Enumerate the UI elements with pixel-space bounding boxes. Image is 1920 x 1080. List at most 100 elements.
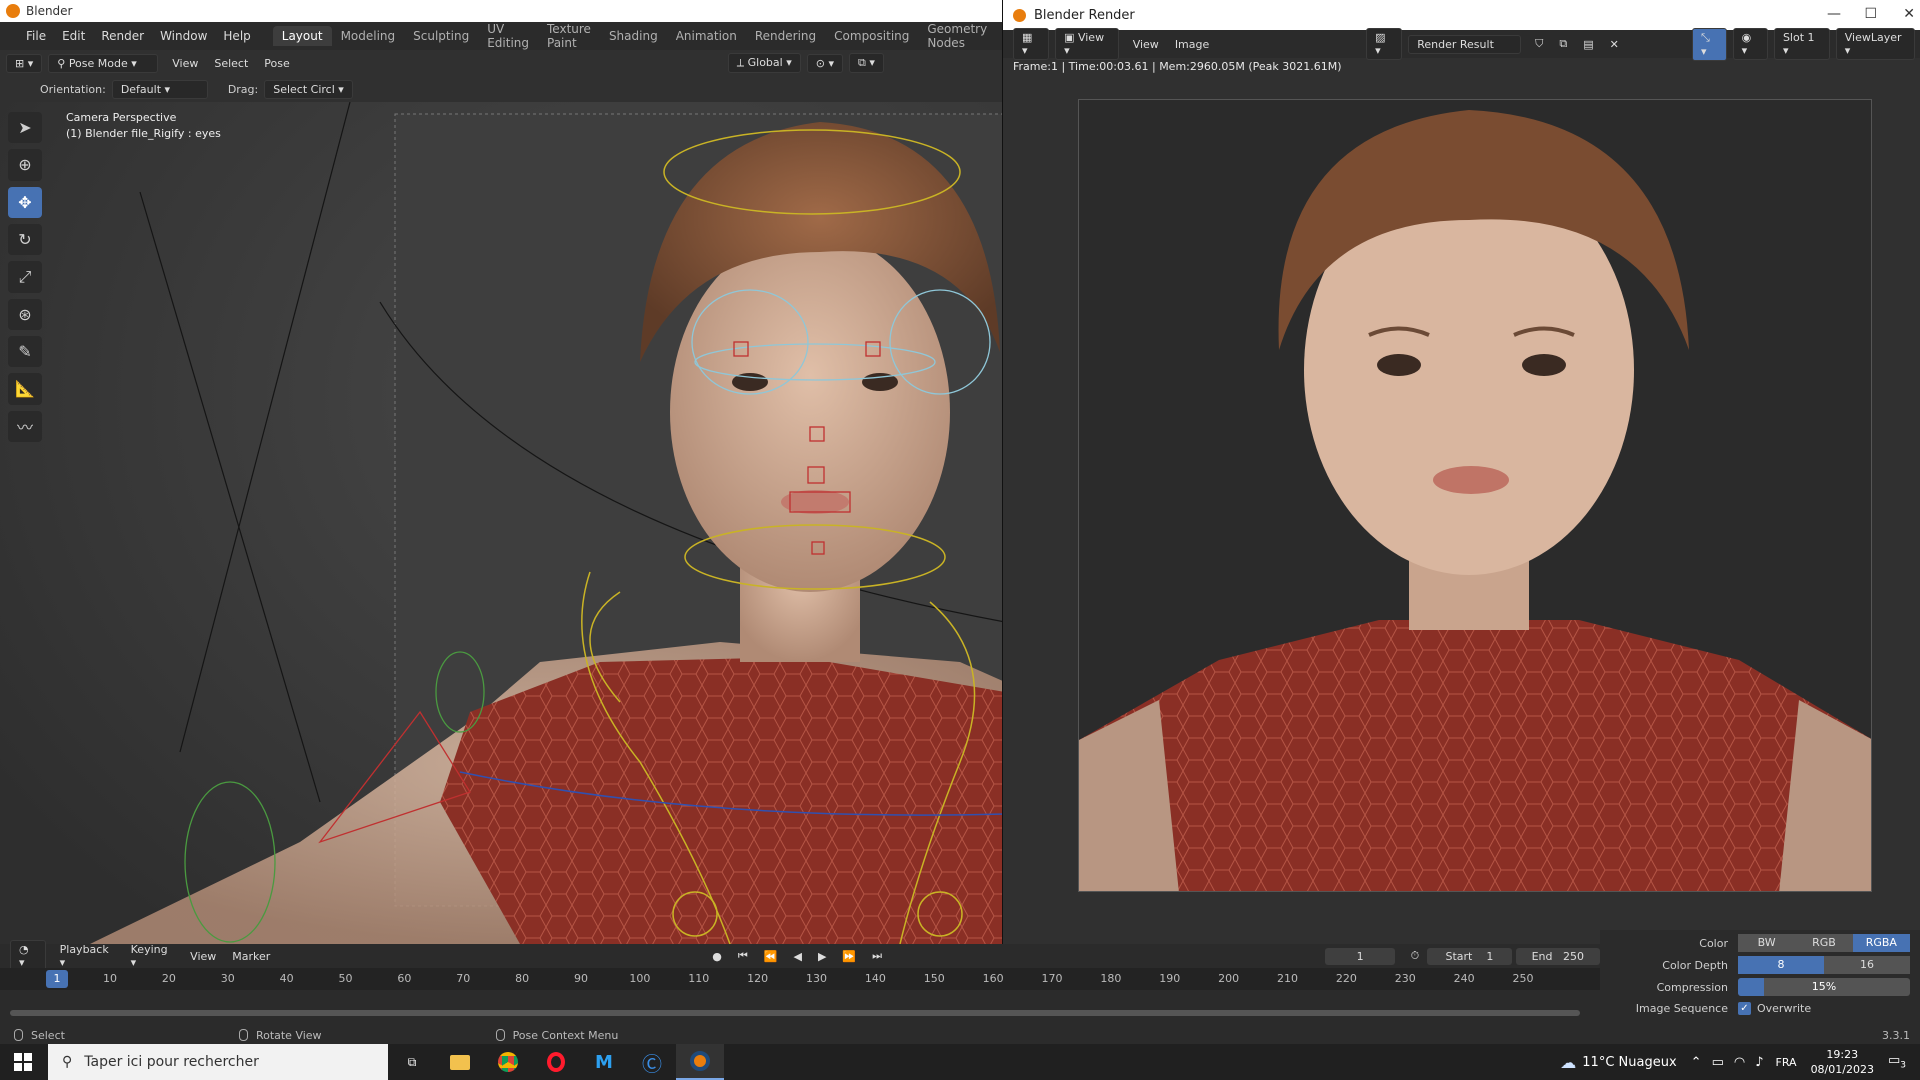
mode-dropdown[interactable]: ⚲ Pose Mode ▾ xyxy=(48,53,159,73)
close-icon[interactable]: ✕ xyxy=(1903,6,1915,22)
image-browse-icon[interactable]: ▨ ▾ xyxy=(1366,28,1403,60)
timeline-ruler[interactable]: 1 10 20 30 40 50 60 70 80 90 100 110 120 130 140 150 160… xyxy=(0,968,1600,990)
view-mode-dropdown[interactable]: ▣ View ▾ xyxy=(1055,28,1119,60)
snap-toggle[interactable]: ⧉ ▾ xyxy=(849,53,884,73)
record-button[interactable]: ● xyxy=(704,948,730,965)
blender-taskbar-icon[interactable] xyxy=(676,1044,724,1080)
image-name-field[interactable]: Render Result xyxy=(1408,34,1522,54)
minimize-icon[interactable]: — xyxy=(1827,6,1841,22)
jump-start-icon[interactable]: ⏮ xyxy=(730,947,756,965)
unlink-image-icon[interactable]: ✕ xyxy=(1602,36,1627,53)
tab-animation[interactable]: Animation xyxy=(667,26,746,46)
render-result-image[interactable] xyxy=(1078,99,1872,892)
network-icon[interactable]: ◠ xyxy=(1734,1055,1745,1070)
viewport-menu-view[interactable]: View xyxy=(164,55,206,72)
tab-layout[interactable]: Layout xyxy=(272,26,332,46)
color-rgb-button[interactable]: RGB xyxy=(1795,934,1853,952)
depth-8-button[interactable]: 8 xyxy=(1738,956,1824,974)
timeline-menu-marker[interactable]: Marker xyxy=(224,948,278,965)
overlay-toggle-icon[interactable]: ◉ ▾ xyxy=(1732,28,1768,60)
frame-tick-label: 40 xyxy=(279,972,294,985)
menu-help[interactable]: Help xyxy=(215,29,258,43)
play-reverse-icon[interactable]: ◀ xyxy=(785,948,809,965)
color-bw-button[interactable]: BW xyxy=(1738,934,1796,952)
opera-icon[interactable] xyxy=(532,1044,580,1080)
timeline-menu-keying[interactable]: Keying ▾ xyxy=(123,941,183,971)
move-tool-icon[interactable]: ✥ xyxy=(8,186,42,218)
pivot-dropdown[interactable]: ⊙ ▾ xyxy=(806,53,843,73)
tab-uv-editing[interactable]: UV Editing xyxy=(478,19,538,53)
system-tray: ☁ 11°C Nuageux ⌃ ▭ ◠ ♪ FRA 19:23 08/01/2… xyxy=(1560,1044,1920,1080)
menu-render[interactable]: Render xyxy=(93,29,152,43)
frame-tick-label: 250 xyxy=(1512,972,1534,985)
windows-start-icon[interactable] xyxy=(14,1053,32,1071)
tab-geometry-nodes[interactable]: Geometry Nodes xyxy=(918,19,996,53)
3d-viewport[interactable] xyxy=(0,102,1005,944)
volume-icon[interactable]: ♪ xyxy=(1755,1055,1763,1070)
open-image-folder-icon[interactable]: ▤ xyxy=(1575,36,1601,53)
chrome-icon[interactable] xyxy=(484,1044,532,1080)
maximize-icon[interactable]: ☐ xyxy=(1864,6,1877,22)
jump-end-icon[interactable]: ⏭ xyxy=(864,947,890,965)
jump-keyframe-forward-icon[interactable]: ⏩ xyxy=(834,948,864,965)
ccleaner-icon[interactable]: Ⓒ xyxy=(628,1044,676,1080)
tab-shading[interactable]: Shading xyxy=(600,26,667,46)
menu-window[interactable]: Window xyxy=(152,29,215,43)
play-icon[interactable]: ▶ xyxy=(810,948,834,965)
view-layer-dropdown[interactable]: ViewLayer ▾ xyxy=(1835,28,1915,60)
timeline-menu-view[interactable]: View xyxy=(182,948,224,965)
end-frame-field[interactable]: End 250 xyxy=(1515,947,1600,965)
menu-edit[interactable]: Edit xyxy=(54,29,93,43)
measure-tool-icon[interactable]: 📐 xyxy=(8,373,42,405)
drag-dropdown[interactable]: Select Circl ▾ xyxy=(264,79,353,99)
current-frame-marker[interactable]: 1 xyxy=(46,970,68,988)
gizmo-toggle-icon[interactable]: ⤡ ▾ xyxy=(1692,27,1727,61)
malwarebytes-icon[interactable]: M xyxy=(580,1044,628,1080)
editor-type-dropdown[interactable]: ⊞ ▾ xyxy=(6,53,43,73)
stopwatch-icon[interactable]: ⏱ xyxy=(1403,947,1428,965)
cursor-tool-icon[interactable]: ⊕ xyxy=(8,149,42,181)
compression-slider[interactable]: 15% xyxy=(1738,978,1910,996)
jump-keyframe-back-icon[interactable]: ⏪ xyxy=(756,948,786,965)
viewport-menu-pose[interactable]: Pose xyxy=(256,55,297,72)
image-menu-view[interactable]: View xyxy=(1125,36,1167,53)
menu-file[interactable]: File xyxy=(18,29,54,43)
transform-orientation-dropdown[interactable]: ⟂ Global ▾ xyxy=(727,53,801,73)
language-indicator[interactable]: FRA xyxy=(1776,1056,1797,1069)
file-explorer-icon[interactable] xyxy=(436,1044,484,1080)
weather-text[interactable]: 11°C Nuageux xyxy=(1582,1055,1676,1070)
scale-tool-icon[interactable]: ⤢ xyxy=(8,261,42,293)
timeline-scrollbar[interactable] xyxy=(10,1010,1580,1016)
taskbar-search-box[interactable]: ⚲ Taper ici pour rechercher xyxy=(48,1044,388,1080)
select-tool-icon[interactable]: ➤ xyxy=(8,112,42,144)
current-frame-field[interactable]: 1 xyxy=(1325,947,1395,965)
tab-compositing[interactable]: Compositing xyxy=(825,26,918,46)
task-view-icon[interactable]: ⧉ xyxy=(388,1044,436,1080)
overwrite-checkbox[interactable]: ✓ xyxy=(1738,1002,1751,1015)
fake-user-shield-icon[interactable]: ⛉ xyxy=(1527,35,1551,53)
tray-device-icon[interactable]: ▭ xyxy=(1712,1055,1724,1070)
new-image-icon[interactable]: ⧉ xyxy=(1551,35,1575,53)
depth-16-button[interactable]: 16 xyxy=(1824,956,1910,974)
tray-chevron-icon[interactable]: ⌃ xyxy=(1691,1055,1702,1070)
color-rgba-button[interactable]: RGBA xyxy=(1852,934,1910,952)
tab-texture-paint[interactable]: Texture Paint xyxy=(538,19,600,53)
timeline-menu-playback[interactable]: Playback ▾ xyxy=(52,941,123,971)
notification-icon[interactable]: ▭3 xyxy=(1888,1053,1906,1071)
transform-tool-icon[interactable]: ⊛ xyxy=(8,298,42,330)
tab-sculpting[interactable]: Sculpting xyxy=(404,26,478,46)
start-frame-field[interactable]: Start 1 xyxy=(1427,947,1512,965)
rotate-tool-icon[interactable]: ↻ xyxy=(8,223,42,256)
status-rotate: Rotate View xyxy=(225,1029,322,1042)
viewport-menu-select[interactable]: Select xyxy=(206,55,256,72)
editor-type-dropdown[interactable]: ▦ ▾ xyxy=(1013,28,1050,60)
clock[interactable]: 19:23 08/01/2023 xyxy=(1811,1047,1874,1077)
annotate-tool-icon[interactable]: ✎ xyxy=(8,335,42,368)
tab-rendering[interactable]: Rendering xyxy=(746,26,825,46)
bone-tool-icon[interactable]: 〰 xyxy=(8,410,42,442)
image-menu-image[interactable]: Image xyxy=(1167,36,1217,53)
tab-modeling[interactable]: Modeling xyxy=(332,26,405,46)
weather-cloud-icon[interactable]: ☁ xyxy=(1560,1053,1576,1072)
slot-dropdown[interactable]: Slot 1 ▾ xyxy=(1773,28,1830,60)
orientation-dropdown[interactable]: Default ▾ xyxy=(111,79,208,99)
